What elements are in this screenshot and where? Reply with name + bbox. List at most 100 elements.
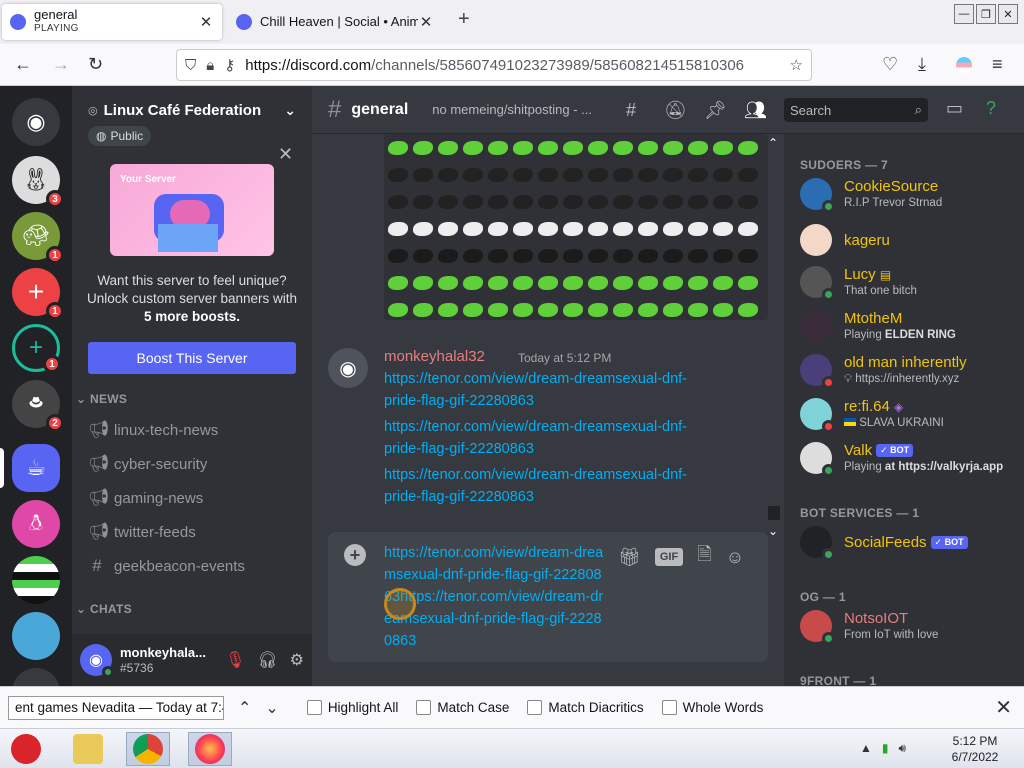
match-case-checkbox[interactable]: Match Case [416,700,509,715]
member-item[interactable]: MtotheM Playing ELDEN RING [800,306,1016,348]
avatar[interactable]: ◉ [80,644,114,678]
embedded-gif[interactable] [384,134,768,320]
member-item[interactable]: CookieSource R.I.P Trevor Strnad [800,174,1016,216]
channel-gaming-news[interactable]: 📢︎ gaming-news [80,482,304,514]
message-link[interactable]: https://tenor.com/view/dream-dreamsexual… [384,464,724,508]
tab-chill-heaven[interactable]: Chill Heaven | Social • Anime ✕ [228,4,442,40]
pin-icon[interactable]: 📌︎ [704,100,727,121]
forward-icon[interactable]: → [52,54,70,75]
close-find-bar-icon[interactable]: ✕ [995,695,1012,720]
menu-icon[interactable]: ≡ [992,54,1003,75]
url-text[interactable]: https://discord.com/channels/58560749102… [245,57,781,74]
lock-icon[interactable]: 🔒︎ [206,57,214,74]
new-tab-icon[interactable]: + [458,8,470,31]
restore-icon[interactable]: ❐ [976,4,996,24]
message-input[interactable]: https://tenor.com/view/dream-dreamsexual… [384,542,604,652]
scroll-down-icon[interactable]: ⌄ [768,524,780,538]
downloads-icon[interactable]: ⤓ [918,54,926,75]
gif-emoji-cell [538,194,558,209]
server-icon[interactable] [12,612,60,660]
battery-icon[interactable]: ▮ [882,741,889,756]
reload-icon[interactable]: ↻ [88,54,103,75]
server-icon[interactable]: +1 [12,324,61,373]
member-item[interactable]: Valk ✓ BOT Playing at https://valkyrja.ap… [800,438,1016,480]
member-item[interactable]: Lucy ▤ That one bitch [800,262,1016,304]
message-link[interactable]: https://tenor.com/view/dream-dreamsexual… [384,416,724,460]
gift-icon[interactable]: 🎁︎ [618,547,641,568]
chevron-down-icon[interactable]: ⌄ [284,102,296,119]
threads-icon[interactable]: # [626,100,636,121]
server-icon[interactable]: 🐢︎ 1 [12,212,64,264]
match-diacritics-checkbox[interactable]: Match Diacritics [527,700,644,715]
start-menu-angry-bird-icon[interactable] [4,732,48,766]
member-item[interactable]: kageru [800,220,1016,262]
sticker-icon[interactable]: 🗎 [697,542,711,572]
close-window-icon[interactable]: ✕ [998,4,1018,24]
highlight-all-checkbox[interactable]: Highlight All [306,700,398,715]
server-icon[interactable] [12,556,60,604]
gif-emoji-cell [413,167,433,182]
mute-mic-icon[interactable]: 🎙︎ [225,650,245,670]
member-item[interactable]: re:fi.64 ◈ SLAVA UKRAINI [800,394,1016,436]
add-server-icon[interactable]: + [12,668,60,686]
permissions-icon[interactable]: ⚷ [224,56,235,74]
server-icon[interactable]: 🐧︎ [12,500,60,548]
server-icon-linux-cafe[interactable]: ☕︎ [12,444,60,492]
headphones-icon[interactable]: 🎧︎ [257,650,277,670]
back-icon[interactable]: ← [14,54,32,75]
file-explorer-icon[interactable] [66,732,110,766]
firefox-icon[interactable] [188,732,232,766]
close-tab-icon[interactable]: ✕ [418,13,434,31]
tray-expand-icon[interactable]: ▲ [860,741,872,756]
shield-icon[interactable]: ⛉ [185,57,196,74]
member-item[interactable]: SocialFeeds ✓ BOT [800,522,1016,564]
bookmark-star-icon[interactable]: ☆ [790,56,803,74]
emoji-icon[interactable]: ☺ [726,547,744,568]
category-news[interactable]: ⌄ NEWS [76,392,127,406]
category-chats[interactable]: ⌄ CHATS [76,602,132,616]
close-icon[interactable]: ✕ [278,144,293,165]
server-icon[interactable]: 🎩︎ 2 [12,380,64,432]
find-previous-icon[interactable]: ⌃ [238,698,251,718]
minimize-icon[interactable]: — [954,4,974,24]
find-input[interactable]: ent games Nevadita — Today at 7:4 [8,695,224,720]
system-clock[interactable]: 5:12 PM 6/7/2022 [940,733,1010,765]
volume-icon[interactable]: 🔊︎ [899,741,907,756]
gear-icon[interactable]: ⚙ [290,650,304,670]
member-item[interactable]: old man inherently 💡︎ https://inherently… [800,350,1016,392]
message-author[interactable]: monkeyhalal32 [384,348,485,365]
chrome-icon[interactable] [126,732,170,766]
member-list-icon[interactable]: 👥︎ [744,100,767,121]
add-attachment-icon[interactable]: + [344,544,366,566]
gif-emoji-cell [663,302,683,317]
tab-general[interactable]: general PLAYING ✕ [2,4,222,40]
gif-button[interactable]: GIF [654,548,684,566]
server-icon[interactable]: 🐰︎ 3 [12,156,64,208]
channel-cyber-security[interactable]: 📢︎ cyber-security [80,448,304,480]
boost-server-button[interactable]: Boost This Server [88,342,296,374]
channel-linux-tech-news[interactable]: 📢︎ linux-tech-news [80,414,304,446]
pocket-icon[interactable]: ♡ [882,54,898,75]
member-item[interactable]: NotsoIOT From IoT with love [800,606,1016,648]
message-link[interactable]: https://tenor.com/view/dream-dreamsexual… [384,368,724,412]
whole-words-checkbox[interactable]: Whole Words [661,700,763,715]
scrollbar-thumb[interactable] [768,506,780,520]
channel-geekbeacon-events[interactable]: # geekbeacon-events [80,550,304,582]
inbox-icon[interactable]: ▭ [946,98,963,119]
channel-topic[interactable]: no memeing/shitposting - ... [432,102,600,117]
channel-twitter-feeds[interactable]: 📢︎ twitter-feeds [80,516,304,548]
gif-emoji-cell [463,167,483,182]
help-icon[interactable]: ? [986,98,996,119]
server-icon[interactable]: +1 [12,268,64,320]
message-composer[interactable]: + https://tenor.com/view/dream-dreamsexu… [328,532,768,662]
mute-bell-icon[interactable]: 🔕︎ [664,100,687,121]
close-tab-icon[interactable]: ✕ [198,13,214,31]
bot-badge: ✓ BOT [876,444,914,457]
scroll-up-icon[interactable]: ⌃ [768,136,780,150]
search-input[interactable]: Search ⌕ [784,98,928,122]
discord-home-icon[interactable]: ◉ [12,98,60,146]
account-icon[interactable] [956,57,972,73]
url-bar[interactable]: ⛉ 🔒︎ ⚷ https://discord.com/channels/5856… [176,49,812,81]
find-next-icon[interactable]: ⌄ [265,698,278,718]
avatar[interactable]: ◉ [328,348,368,388]
